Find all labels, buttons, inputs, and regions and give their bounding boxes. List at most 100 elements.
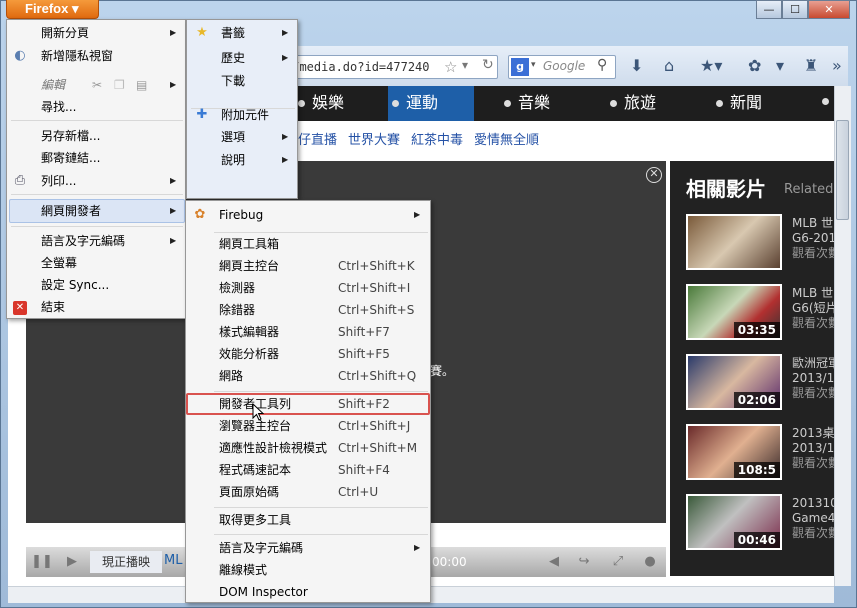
search-box[interactable]: g ▾ Google ⚲ (508, 55, 616, 79)
firefox-button-label: Firefox (25, 1, 69, 16)
menu-item-shortcut: Ctrl+U (338, 485, 379, 499)
menu-item-exit[interactable]: ✕ 結束 (6, 296, 186, 318)
related-item-text[interactable]: 20131030Game4 找觀看次數 (792, 496, 836, 541)
nav-item-music[interactable]: 音樂 (500, 86, 586, 121)
vertical-scroll-thumb[interactable] (836, 120, 849, 220)
topic-link[interactable]: 愛情無全順 (474, 133, 539, 148)
toolbar-dropdown-icon[interactable]: ▾ (776, 56, 784, 75)
menu-item-edit[interactable]: 編輯 ✂ ❐ ▤ ▶ (6, 74, 186, 96)
menu-item-offline-mode[interactable]: 離線模式 (185, 559, 431, 581)
menu-item-style-editor[interactable]: 樣式編輯器 Shift+F7 (185, 321, 431, 343)
menu-item-private-window[interactable]: ◐ 新增隱私視窗 (6, 45, 186, 67)
menu-item-web-developer[interactable]: 網頁開發者 ▶ (6, 200, 186, 222)
menu-item-profiler[interactable]: 效能分析器 Shift+F5 (185, 343, 431, 365)
menu-item-options[interactable]: 選項 ▶ (186, 126, 298, 148)
menu-item-dev-character-encoding[interactable]: 語言及字元編碼 ▶ (185, 537, 431, 559)
topic-link[interactable]: 仔直播 (298, 133, 337, 148)
nav-item-news[interactable]: 新聞 (712, 86, 798, 121)
url-dropdown-icon[interactable]: ▾ (462, 58, 468, 72)
nav-item-entertainment[interactable]: 娛樂 (294, 86, 388, 121)
menu-item-fullscreen[interactable]: 全螢幕 (6, 252, 186, 274)
pause-icon[interactable]: ❚❚ (30, 551, 54, 573)
menu-item-inspector[interactable]: 檢測器 Ctrl+Shift+I (185, 277, 431, 299)
cut-icon[interactable]: ✂ (92, 74, 102, 96)
menu-item-label: 適應性設計檢視模式 (219, 441, 328, 455)
topic-link[interactable]: 紅茶中毒 (411, 133, 463, 148)
menu-item-developer-toolbar[interactable]: 開發者工具列 Shift+F2 (185, 393, 431, 415)
play-icon[interactable]: ▶ (60, 551, 84, 573)
menu-item-history[interactable]: 歷史 ▶ (186, 47, 298, 69)
related-item-text[interactable]: MLB 世 G6(短片 觀看次數 (792, 286, 836, 331)
related-thumbnail[interactable]: 00:46 (686, 494, 782, 550)
menu-item-downloads[interactable]: 下載 (186, 70, 298, 92)
video-duration: 03:35 (733, 322, 780, 338)
menu-item-web-console[interactable]: 網頁主控台 Ctrl+Shift+K (185, 255, 431, 277)
topic-link[interactable]: 世界大賽 (348, 133, 400, 148)
menu-item-page-source[interactable]: 頁面原始碼 Ctrl+U (185, 481, 431, 503)
search-engine-icon[interactable]: g (511, 58, 529, 76)
menu-item-help[interactable]: 說明 ▶ (186, 149, 298, 171)
menu-item-label: 說明 (221, 153, 246, 167)
related-thumbnail[interactable]: 108:5 (686, 424, 782, 480)
menu-item-shortcut: Ctrl+Shift+I (338, 281, 411, 295)
menu-item-label: 附加元件 (221, 108, 270, 122)
nav-item-travel[interactable]: 旅遊 (606, 86, 692, 121)
light-icon[interactable]: ● (638, 551, 662, 573)
addon-hat-icon[interactable]: ♜ (804, 56, 818, 75)
nav-item-sports[interactable]: 運動 (388, 86, 474, 121)
related-thumbnail[interactable]: 02:06 (686, 354, 782, 410)
menu-item-bookmarks[interactable]: ★ 書籤 ▶ (186, 22, 298, 44)
copy-icon[interactable]: ❐ (114, 74, 125, 96)
reload-icon[interactable]: ↻ (482, 57, 494, 73)
minimize-button[interactable]: — (756, 0, 782, 19)
menu-item-print[interactable]: ⎙ 列印... ▶ (6, 170, 186, 192)
menu-item-addons[interactable]: ✚ 附加元件 (186, 104, 298, 126)
menu-item-sync-setup[interactable]: 設定 Sync... (6, 274, 186, 296)
menu-item-shortcut: Shift+F4 (338, 463, 390, 477)
related-item-text[interactable]: 歐洲冠軍2013/10/觀看次數 (792, 356, 836, 401)
download-icon[interactable]: ⬇ (630, 56, 643, 75)
menu-item-get-more-tools[interactable]: 取得更多工具 (185, 509, 431, 531)
related-thumbnail[interactable] (686, 214, 782, 270)
menu-item-shortcut: Ctrl+Shift+J (338, 419, 411, 433)
paste-icon[interactable]: ▤ (136, 74, 147, 96)
menu-item-firebug[interactable]: ✿ Firebug ▶ (185, 204, 431, 226)
maximize-button[interactable]: ☐ (782, 0, 808, 19)
menu-item-new-tab[interactable]: 開新分頁 ▶ (6, 22, 186, 44)
related-thumbnail[interactable]: 03:35 (686, 284, 782, 340)
menu-item-browser-console[interactable]: 瀏覽器主控台 Ctrl+Shift+J (185, 415, 431, 437)
menu-item-label: 郵寄鏈結... (41, 151, 101, 165)
related-item-views: 觀看次數 (792, 386, 836, 400)
now-playing-title[interactable]: ML (164, 553, 182, 568)
menu-item-network[interactable]: 網路 Ctrl+Shift+Q (185, 365, 431, 387)
related-item-text[interactable]: MLB 世G6-2013觀看次數 (792, 216, 836, 261)
submenu-arrow-icon: ▶ (170, 28, 177, 37)
menu-item-character-encoding[interactable]: 語言及字元編碼 ▶ (6, 230, 186, 252)
search-icon[interactable]: ⚲ (597, 57, 607, 73)
bookmarks-menu-icon[interactable]: ★▾ (700, 56, 722, 75)
fullscreen-icon[interactable]: ⤢ (606, 551, 630, 573)
menu-item-save-as[interactable]: 另存新檔... (6, 125, 186, 147)
search-engine-dropdown-icon[interactable]: ▾ (531, 60, 536, 70)
menu-item-responsive-design[interactable]: 適應性設計檢視模式 Ctrl+Shift+M (185, 437, 431, 459)
home-icon[interactable]: ⌂ (664, 56, 674, 75)
overflow-icon[interactable]: » (832, 56, 842, 75)
related-item-text[interactable]: 2013桌球2013/10/觀看次數 (792, 426, 836, 471)
menu-item-debugger[interactable]: 除錯器 Ctrl+Shift+S (185, 299, 431, 321)
now-playing-label: 現正播映 (90, 551, 162, 573)
firefox-menu-button[interactable]: Firefox ▾ (6, 0, 99, 19)
menu-item-toolbox[interactable]: 網頁工具箱 (185, 233, 431, 255)
close-video-icon[interactable]: ✕ (646, 167, 662, 183)
menu-item-label: 網路 (219, 369, 244, 383)
menu-item-scratchpad[interactable]: 程式碼速記本 Shift+F4 (185, 459, 431, 481)
menu-item-dom-inspector[interactable]: DOM Inspector (185, 581, 431, 603)
menu-item-label: 離線模式 (219, 563, 268, 577)
menu-item-find[interactable]: 尋找... (6, 96, 186, 118)
firebug-icon[interactable]: ✿ (748, 56, 761, 75)
submenu-arrow-icon: ▶ (282, 28, 289, 37)
volume-icon[interactable]: ◀ (542, 551, 566, 573)
bookmark-star-icon[interactable]: ☆ (444, 58, 457, 76)
share-icon[interactable]: ↪ (572, 551, 596, 573)
close-window-button[interactable]: ✕ (808, 0, 850, 19)
menu-item-email-link[interactable]: 郵寄鏈結... (6, 147, 186, 169)
